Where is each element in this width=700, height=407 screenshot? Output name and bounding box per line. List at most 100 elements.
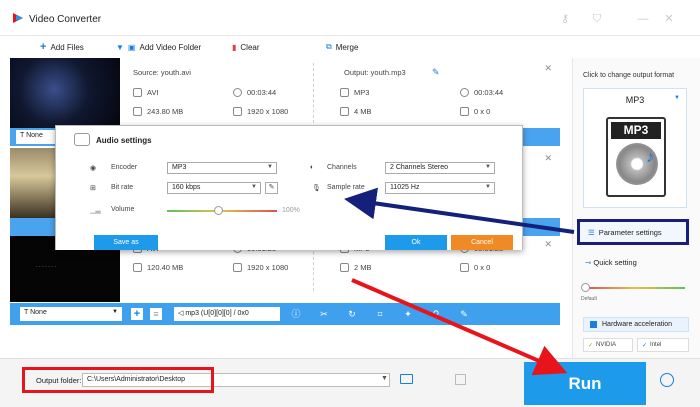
subtitle-select[interactable]: T None ▼ bbox=[20, 307, 122, 321]
close-window-icon[interactable]: ✕ bbox=[662, 12, 676, 26]
output-resolution: 0 x 0 bbox=[474, 263, 491, 272]
clear-button[interactable]: ▮ Clear bbox=[232, 41, 260, 53]
remove-file-icon[interactable]: ✕ bbox=[544, 239, 552, 250]
divider bbox=[313, 63, 325, 123]
watermark-icon[interactable]: ⚲ bbox=[430, 308, 442, 320]
parameter-settings-button[interactable]: ☰ Parameter settings bbox=[577, 219, 689, 245]
thumbnail-caption: · · · · · · · bbox=[36, 264, 56, 270]
speaker-icon: ◁ bbox=[178, 310, 184, 317]
crop-icon[interactable]: ⌗ bbox=[374, 308, 386, 320]
dialog-title: Audio settings bbox=[96, 136, 152, 145]
source-resolution: 1920 x 1080 bbox=[247, 263, 289, 272]
cart-icon[interactable]: ⛉ bbox=[590, 12, 604, 26]
source-filename: Source: youth.avi bbox=[133, 68, 191, 77]
alarm-clock-icon[interactable] bbox=[660, 373, 674, 387]
quick-setting-label: Quick setting bbox=[593, 258, 637, 267]
edit-pencil-icon[interactable]: ✎ bbox=[432, 67, 440, 78]
add-video-folder-label: Add Video Folder bbox=[139, 42, 202, 52]
remove-file-icon[interactable]: ✕ bbox=[544, 153, 552, 164]
check-icon: ✓ bbox=[642, 342, 648, 349]
hardware-acceleration-label: Hardware acceleration bbox=[602, 321, 673, 328]
dropdown-arrow-icon: ▼ bbox=[485, 184, 491, 190]
resolution-icon bbox=[233, 263, 242, 272]
size-icon bbox=[133, 263, 142, 272]
channels-select[interactable]: 2 Channels Stereo ▼ bbox=[385, 162, 495, 174]
key-icon[interactable]: ⚷ bbox=[558, 12, 572, 26]
text-icon: T bbox=[24, 309, 29, 316]
edit-bitrate-icon[interactable]: ✎ bbox=[265, 182, 278, 194]
add-video-folder-button[interactable]: ▼ ▣ Add Video Folder bbox=[116, 41, 201, 53]
audio-settings-icon bbox=[74, 133, 90, 146]
remove-file-icon[interactable]: ✕ bbox=[544, 63, 552, 74]
subtitle-value: None bbox=[30, 309, 47, 316]
minimize-icon[interactable]: — bbox=[636, 12, 650, 26]
channels-value: 2 Channels Stereo bbox=[390, 164, 448, 171]
open-folder-icon[interactable] bbox=[400, 374, 413, 384]
video-thumbnail[interactable] bbox=[10, 58, 120, 128]
encoder-select[interactable]: MP3 ▼ bbox=[167, 162, 277, 174]
quality-slider-track[interactable] bbox=[585, 287, 685, 289]
channels-icon: ◐ bbox=[310, 164, 315, 171]
merge-button[interactable]: ⧉ Merge bbox=[326, 41, 358, 53]
info-icon[interactable]: ⓘ bbox=[290, 308, 302, 320]
bitrate-value: 160 kbps bbox=[172, 184, 201, 191]
cut-icon[interactable]: ✂ bbox=[318, 308, 330, 320]
resolution-icon bbox=[460, 263, 469, 272]
bitrate-icon: ⊞ bbox=[90, 185, 96, 192]
output-resolution: 0 x 0 bbox=[474, 107, 491, 116]
trash-icon: ▮ bbox=[232, 42, 237, 52]
encoder-label: Encoder bbox=[111, 164, 138, 171]
app-title: Video Converter bbox=[29, 14, 102, 25]
size-icon bbox=[340, 107, 349, 116]
output-size: 4 MB bbox=[354, 107, 372, 116]
sliders-icon: ☰ bbox=[588, 227, 595, 237]
volume-slider-knob[interactable] bbox=[214, 206, 223, 215]
audio-track-select[interactable]: ◁ mp3 (U[0][0][0] / 0x0 bbox=[174, 307, 280, 321]
bitrate-select[interactable]: 160 kbps ▼ bbox=[167, 182, 261, 194]
parameter-settings-label: Parameter settings bbox=[598, 227, 662, 237]
source-size: 243.80 MB bbox=[147, 107, 184, 116]
add-files-button[interactable]: + Add Files bbox=[40, 41, 84, 53]
ok-button[interactable]: Ok bbox=[385, 235, 447, 250]
source-duration: 00:03:44 bbox=[247, 88, 277, 97]
intel-option[interactable]: ✓ Intel bbox=[637, 338, 689, 352]
run-button[interactable]: Run bbox=[524, 362, 646, 405]
chevron-down-icon[interactable]: ▼ bbox=[381, 375, 388, 382]
size-icon bbox=[133, 107, 142, 116]
save-as-button[interactable]: Save as bbox=[94, 235, 158, 250]
add-subtitle-icon[interactable]: + bbox=[131, 308, 143, 320]
effects-icon[interactable]: ✦ bbox=[402, 308, 414, 320]
dropdown-arrow-icon: ▼ bbox=[267, 164, 273, 170]
dialog-footer: Save as Ok Cancel bbox=[56, 235, 522, 250]
quality-slider-knob[interactable] bbox=[581, 283, 590, 292]
subtitle-edit-icon[interactable]: ≡ bbox=[150, 308, 162, 320]
quick-setting: ⊸ Quick setting bbox=[585, 258, 637, 267]
file-edit-bar: T None ▼ + ≡ ◁ mp3 (U[0][0][0] / 0x0 ⓘ ✂… bbox=[10, 303, 560, 325]
cancel-button[interactable]: Cancel bbox=[451, 235, 513, 250]
main-toolbar: + Add Files ▼ ▣ Add Video Folder ▮ Clear… bbox=[0, 36, 572, 58]
folder-plus-icon: ▣ bbox=[127, 42, 136, 52]
samplerate-select[interactable]: 11025 Hz ▼ bbox=[385, 182, 495, 194]
format-icon bbox=[133, 88, 142, 97]
mp3-icon-label: MP3 bbox=[611, 122, 661, 139]
nvidia-option[interactable]: ✓ NVIDIA bbox=[583, 338, 633, 352]
volume-value: 100% bbox=[282, 207, 300, 214]
encoder-value: MP3 bbox=[172, 164, 187, 171]
intel-label: Intel bbox=[650, 342, 662, 348]
source-resolution: 1920 x 1080 bbox=[247, 107, 289, 116]
chip-icon bbox=[590, 321, 597, 328]
merge-label: Merge bbox=[335, 42, 359, 52]
output-format: MP3 bbox=[354, 88, 370, 97]
output-format-selector[interactable]: MP3 ▼ MP3 ♪ bbox=[583, 88, 687, 208]
export-icon[interactable] bbox=[455, 374, 466, 385]
rotate-icon[interactable]: ↻ bbox=[346, 308, 358, 320]
clear-label: Clear bbox=[240, 42, 260, 52]
merge-icon: ⧉ bbox=[326, 42, 332, 51]
edit-icon[interactable]: ✎ bbox=[458, 308, 470, 320]
app-logo-icon bbox=[13, 13, 23, 23]
samplerate-value: 11025 Hz bbox=[390, 184, 420, 191]
dropdown-arrow-icon: ▼ bbox=[485, 164, 491, 170]
hardware-acceleration-button[interactable]: Hardware acceleration bbox=[583, 317, 689, 332]
output-filename[interactable]: Output: youth.mp3 bbox=[344, 68, 406, 77]
clock-icon bbox=[460, 88, 469, 97]
